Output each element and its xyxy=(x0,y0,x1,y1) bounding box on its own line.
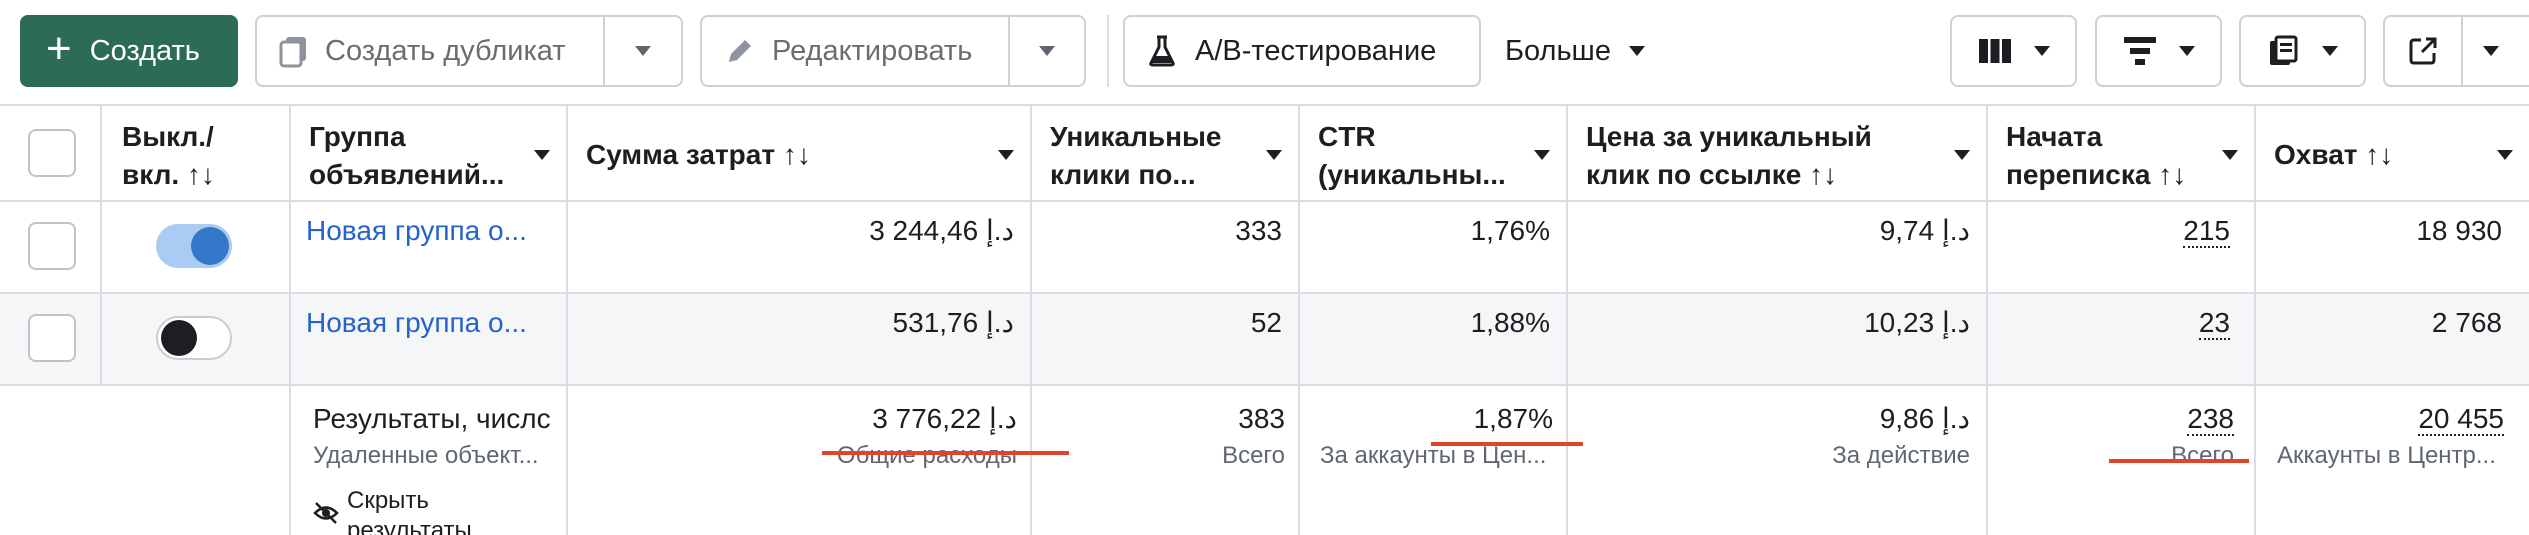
row-checkbox[interactable] xyxy=(28,222,76,270)
header-spend[interactable]: Сумма затрат ↑↓ xyxy=(566,104,1030,200)
chevron-down-icon xyxy=(1628,46,1645,56)
spend-cell: 3 244,46 د.إ xyxy=(869,215,1014,246)
pencil-icon xyxy=(729,40,751,62)
chevron-down-icon xyxy=(2178,46,2195,56)
conversations-cell[interactable]: 215 xyxy=(2183,215,2230,248)
header-unique-clicks[interactable]: Уникальные клики по... xyxy=(1030,104,1298,200)
duplicate-button-group: Создать дубликат xyxy=(255,15,683,87)
plus-icon: + xyxy=(46,24,72,73)
annotation-underline xyxy=(2109,459,2249,463)
reach-cell: 2 768 xyxy=(2431,307,2502,338)
summary-title: Результаты, числс xyxy=(313,403,551,434)
cost-per-click-cell: 9,74 د.إ xyxy=(1879,215,1970,246)
header-adset[interactable]: Группа объявлений... xyxy=(289,104,566,200)
conversations-cell[interactable]: 23 xyxy=(2198,307,2230,340)
reach-cell: 18 930 xyxy=(2416,215,2502,246)
adsets-table: Выкл./ вкл. ↑↓ Группа объявлений... Сумм… xyxy=(0,104,2529,535)
copy-icon xyxy=(279,37,306,68)
summary-subtitle: Удаленные объект... xyxy=(313,442,539,469)
header-cost-per-click[interactable]: Цена за уникальный клик по ссылке ↑↓ xyxy=(1566,104,1986,200)
chevron-down-icon xyxy=(2222,150,2238,160)
summary-unique-clicks: 383 xyxy=(1238,403,1285,434)
toolbar-divider xyxy=(1107,15,1109,87)
chevron-down-icon xyxy=(2497,150,2513,160)
breakdown-icon xyxy=(2123,37,2156,65)
summary-conversations-sub: Всего xyxy=(2171,442,2234,469)
edit-dropdown[interactable] xyxy=(1010,17,1084,85)
columns-icon xyxy=(1978,39,2011,63)
status-toggle[interactable] xyxy=(156,316,232,360)
adset-name-link[interactable]: Новая группа о... xyxy=(306,306,527,340)
chevron-down-icon xyxy=(1266,150,1282,160)
edit-button-group: Редактировать xyxy=(700,15,1086,87)
chevron-down-icon xyxy=(2321,46,2338,56)
ab-test-label: A/B-тестирование xyxy=(1195,34,1437,67)
unique-clicks-cell: 52 xyxy=(1250,307,1282,338)
unique-clicks-cell: 333 xyxy=(1235,215,1282,246)
columns-button[interactable] xyxy=(1950,15,2077,87)
export-divider xyxy=(2461,17,2463,85)
toolbar: + Создать Создать дубликат Редактировать xyxy=(0,0,2529,104)
summary-cost-per-click-sub: За действие xyxy=(1832,442,1970,469)
summary-reach[interactable]: 20 455 xyxy=(2418,403,2504,436)
header-reach[interactable]: Охват ↑↓ xyxy=(2254,104,2529,200)
summary-spend: 3 776,22 د.إ xyxy=(872,403,1017,434)
spend-cell: 531,76 د.إ xyxy=(892,307,1014,338)
summary-ctr-sub: За аккаунты в Цен... xyxy=(1320,442,1547,469)
reports-button[interactable] xyxy=(2239,15,2366,87)
ctr-cell: 1,88% xyxy=(1470,307,1550,338)
edit-label: Редактировать xyxy=(772,34,973,67)
row-checkbox[interactable] xyxy=(28,314,76,362)
chevron-down-icon xyxy=(2033,46,2050,56)
summary-ctr: 1,87% xyxy=(1473,403,1553,434)
ab-test-button[interactable]: A/B-тестирование xyxy=(1123,15,1481,87)
summary-conversations[interactable]: 238 xyxy=(2187,403,2234,436)
more-button[interactable]: Больше xyxy=(1505,15,1685,87)
chevron-down-icon xyxy=(1954,150,1970,160)
create-button[interactable]: + Создать xyxy=(20,15,238,87)
flask-icon xyxy=(1149,35,1175,67)
duplicate-label: Создать дубликат xyxy=(325,34,566,67)
annotation-underline xyxy=(822,451,1069,455)
external-link-icon xyxy=(2409,37,2437,65)
annotation-underline xyxy=(1431,442,1583,446)
breakdown-button[interactable] xyxy=(2095,15,2222,87)
summary-cost-per-click: 9,86 د.إ xyxy=(1879,403,1970,434)
edit-button[interactable]: Редактировать xyxy=(702,17,1010,85)
adset-name-link[interactable]: Новая группа о... xyxy=(306,214,527,248)
eye-slash-icon xyxy=(313,502,339,524)
reports-icon xyxy=(2269,35,2297,65)
more-label: Больше xyxy=(1505,34,1611,67)
chevron-down-icon xyxy=(998,150,1014,160)
header-toggle[interactable]: Выкл./ вкл. ↑↓ xyxy=(100,104,289,200)
chevron-down-icon xyxy=(1534,150,1550,160)
export-button[interactable] xyxy=(2383,15,2529,87)
create-label: Создать xyxy=(89,34,200,67)
status-toggle[interactable] xyxy=(156,224,232,268)
duplicate-button[interactable]: Создать дубликат xyxy=(257,17,605,85)
chevron-down-icon xyxy=(2483,46,2499,56)
header-conversations[interactable]: Начата переписка ↑↓ xyxy=(1986,104,2254,200)
duplicate-dropdown[interactable] xyxy=(605,17,681,85)
summary-reach-sub: Аккаунты в Центр... xyxy=(2277,442,2496,469)
summary-spend-sub: Общие расходы xyxy=(836,442,1017,469)
select-all-checkbox[interactable] xyxy=(28,129,76,177)
cost-per-click-cell: 10,23 د.إ xyxy=(1864,307,1970,338)
chevron-down-icon xyxy=(534,150,550,160)
hide-results-button[interactable]: Скрыть результаты xyxy=(313,486,563,535)
chevron-down-icon xyxy=(1039,46,1055,56)
summary-unique-clicks-sub: Всего xyxy=(1222,442,1285,469)
header-ctr[interactable]: CTR (уникальны... xyxy=(1298,104,1566,200)
chevron-down-icon xyxy=(635,46,651,56)
ctr-cell: 1,76% xyxy=(1470,215,1550,246)
